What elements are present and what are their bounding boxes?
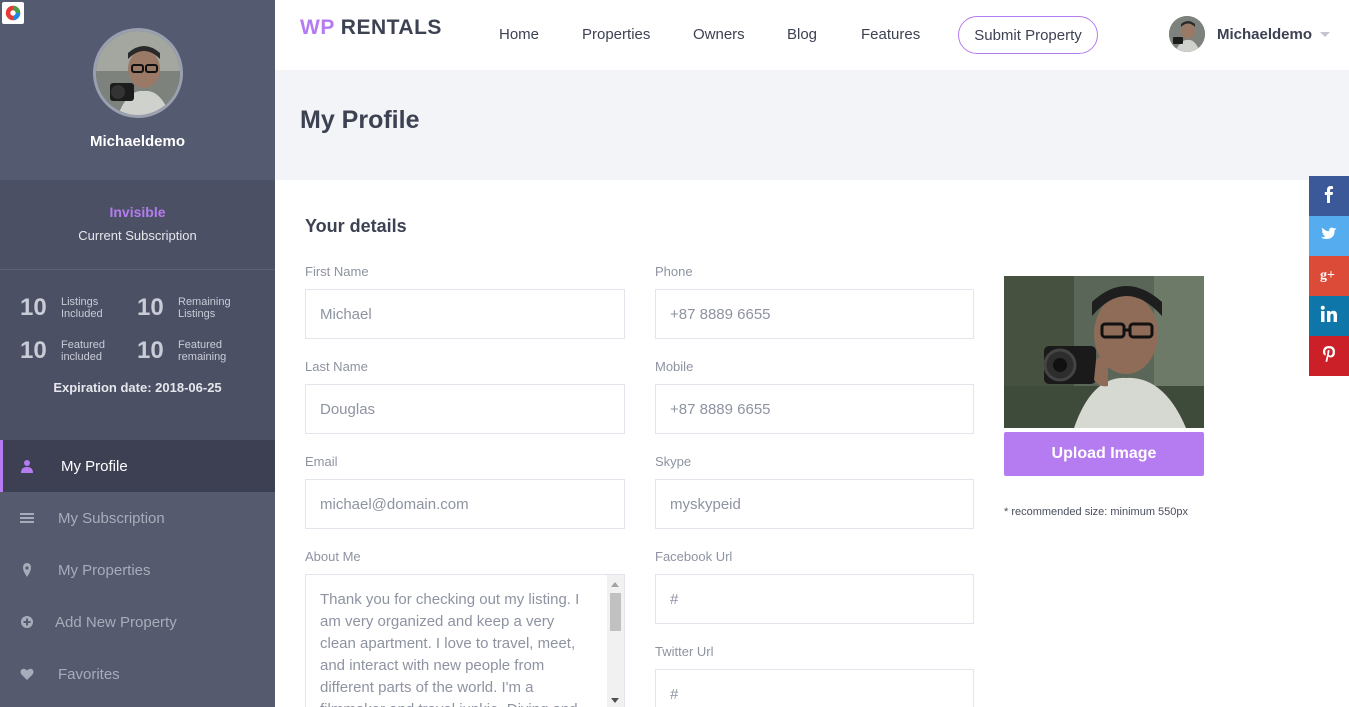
stat-number: 10 bbox=[20, 337, 47, 364]
avatar bbox=[1169, 16, 1205, 52]
twitter-share-button[interactable] bbox=[1309, 216, 1349, 256]
subscription-stats: 10 Listings Included 10 Remaining Listings… bbox=[0, 270, 275, 440]
sidebar-item-favorites[interactable]: Favorites bbox=[0, 648, 275, 700]
heart-icon bbox=[0, 667, 58, 681]
scroll-thumb[interactable] bbox=[610, 593, 621, 631]
sidebar-item-label: Favorites bbox=[58, 665, 120, 683]
top-header: WP RENTALS Home Properties Owners Blog F… bbox=[275, 0, 1349, 70]
map-pin-icon bbox=[0, 563, 58, 577]
nav-blog[interactable]: Blog bbox=[787, 26, 817, 43]
expiration-date: Expiration date: 2018-06-25 bbox=[53, 380, 222, 395]
user-menu[interactable]: Michaeldemo bbox=[1169, 16, 1331, 52]
phone-label: Phone bbox=[655, 264, 693, 279]
twitter-url-field[interactable]: # bbox=[655, 669, 974, 707]
page-title-band: My Profile bbox=[275, 70, 1349, 180]
sidebar-profile: Michaeldemo bbox=[0, 0, 275, 180]
email-label: Email bbox=[305, 454, 338, 469]
mobile-field[interactable]: +87 8889 6655 bbox=[655, 384, 974, 434]
brand-logo[interactable]: WP RENTALS bbox=[300, 16, 442, 40]
svg-text:g+: g+ bbox=[1320, 268, 1335, 283]
nav-home[interactable]: Home bbox=[499, 26, 539, 43]
page-title: My Profile bbox=[300, 106, 420, 134]
sidebar-item-label: My Subscription bbox=[58, 509, 165, 527]
stat-number: 10 bbox=[20, 294, 47, 321]
subscription-plan: Invisible bbox=[109, 204, 166, 220]
stat-label: Featured included bbox=[61, 339, 106, 363]
googleplus-share-button[interactable]: g+ bbox=[1309, 256, 1349, 296]
sidebar-item-label: My Properties bbox=[58, 561, 151, 579]
upload-image-button[interactable]: Upload Image bbox=[1004, 432, 1204, 476]
nav-owners[interactable]: Owners bbox=[693, 26, 745, 43]
plus-circle-icon bbox=[0, 615, 55, 629]
profile-photo bbox=[1004, 276, 1204, 428]
user-icon bbox=[3, 459, 61, 473]
about-me-textarea[interactable]: Thank you for checking out my listing. I… bbox=[305, 574, 625, 707]
chevron-down-icon bbox=[1320, 31, 1331, 37]
nav-properties[interactable]: Properties bbox=[582, 26, 650, 43]
section-title: Your details bbox=[305, 216, 407, 236]
subscription-box: Invisible Current Subscription bbox=[0, 180, 275, 270]
sidebar-menu: My Profile My Subscription My Properties… bbox=[0, 440, 275, 700]
pinterest-share-button[interactable] bbox=[1309, 336, 1349, 376]
first-name-field[interactable]: Michael bbox=[305, 289, 625, 339]
linkedin-icon bbox=[1320, 305, 1338, 328]
header-user-name: Michaeldemo bbox=[1217, 25, 1313, 43]
app-logo-icon bbox=[2, 2, 24, 24]
sidebar-item-add-new-property[interactable]: Add New Property bbox=[0, 596, 275, 648]
recommended-size-note: * recommended size: minimum 550px bbox=[1004, 506, 1189, 518]
stat-label: Listings Included bbox=[61, 296, 103, 320]
textarea-scrollbar[interactable] bbox=[607, 575, 624, 707]
stat-remaining-listings: 10 Remaining Listings bbox=[137, 294, 231, 322]
sidebar-item-my-properties[interactable]: My Properties bbox=[0, 544, 275, 596]
twitter-icon bbox=[1320, 225, 1338, 248]
stat-featured-included: 10 Featured included bbox=[20, 337, 105, 365]
last-name-label: Last Name bbox=[305, 359, 368, 374]
stat-label: Featured remaining bbox=[178, 339, 227, 363]
sidebar-item-my-subscription[interactable]: My Subscription bbox=[0, 492, 275, 544]
sidebar-item-label: My Profile bbox=[61, 457, 128, 475]
skype-field[interactable]: myskypeid bbox=[655, 479, 974, 529]
scroll-up-icon[interactable] bbox=[611, 582, 619, 587]
first-name-label: First Name bbox=[305, 264, 369, 279]
submit-property-button[interactable]: Submit Property bbox=[958, 16, 1098, 54]
about-me-label: About Me bbox=[305, 549, 361, 564]
stat-featured-remaining: 10 Featured remaining bbox=[137, 337, 226, 365]
mobile-label: Mobile bbox=[655, 359, 694, 374]
skype-label: Skype bbox=[655, 454, 692, 469]
googleplus-icon: g+ bbox=[1320, 265, 1338, 288]
stat-number: 10 bbox=[137, 337, 164, 364]
pinterest-icon bbox=[1320, 345, 1338, 368]
sidebar-user-name: Michaeldemo bbox=[89, 133, 186, 150]
sidebar-avatar[interactable] bbox=[93, 28, 183, 118]
phone-field[interactable]: +87 8889 6655 bbox=[655, 289, 974, 339]
last-name-field[interactable]: Douglas bbox=[305, 384, 625, 434]
stat-label: Remaining Listings bbox=[178, 296, 231, 320]
facebook-icon bbox=[1320, 185, 1338, 208]
twitter-url-label: Twitter Url bbox=[655, 644, 714, 659]
sidebar-item-my-profile[interactable]: My Profile bbox=[0, 440, 275, 492]
stat-listings-included: 10 Listings Included bbox=[20, 294, 103, 322]
nav-features[interactable]: Features bbox=[861, 26, 920, 43]
facebook-url-field[interactable]: # bbox=[655, 574, 974, 624]
scroll-down-icon[interactable] bbox=[611, 698, 619, 703]
social-share-bar: g+ bbox=[1309, 176, 1349, 376]
email-field[interactable]: michael@domain.com bbox=[305, 479, 625, 529]
sidebar: Michaeldemo Invisible Current Subscripti… bbox=[0, 0, 275, 707]
stat-number: 10 bbox=[137, 294, 164, 321]
list-icon bbox=[0, 511, 58, 525]
facebook-share-button[interactable] bbox=[1309, 176, 1349, 216]
subscription-label: Current Subscription bbox=[78, 228, 197, 243]
facebook-url-label: Facebook Url bbox=[655, 549, 733, 564]
sidebar-item-label: Add New Property bbox=[55, 613, 177, 631]
linkedin-share-button[interactable] bbox=[1309, 296, 1349, 336]
profile-form: Your details First Name Michael Last Nam… bbox=[275, 180, 1349, 707]
